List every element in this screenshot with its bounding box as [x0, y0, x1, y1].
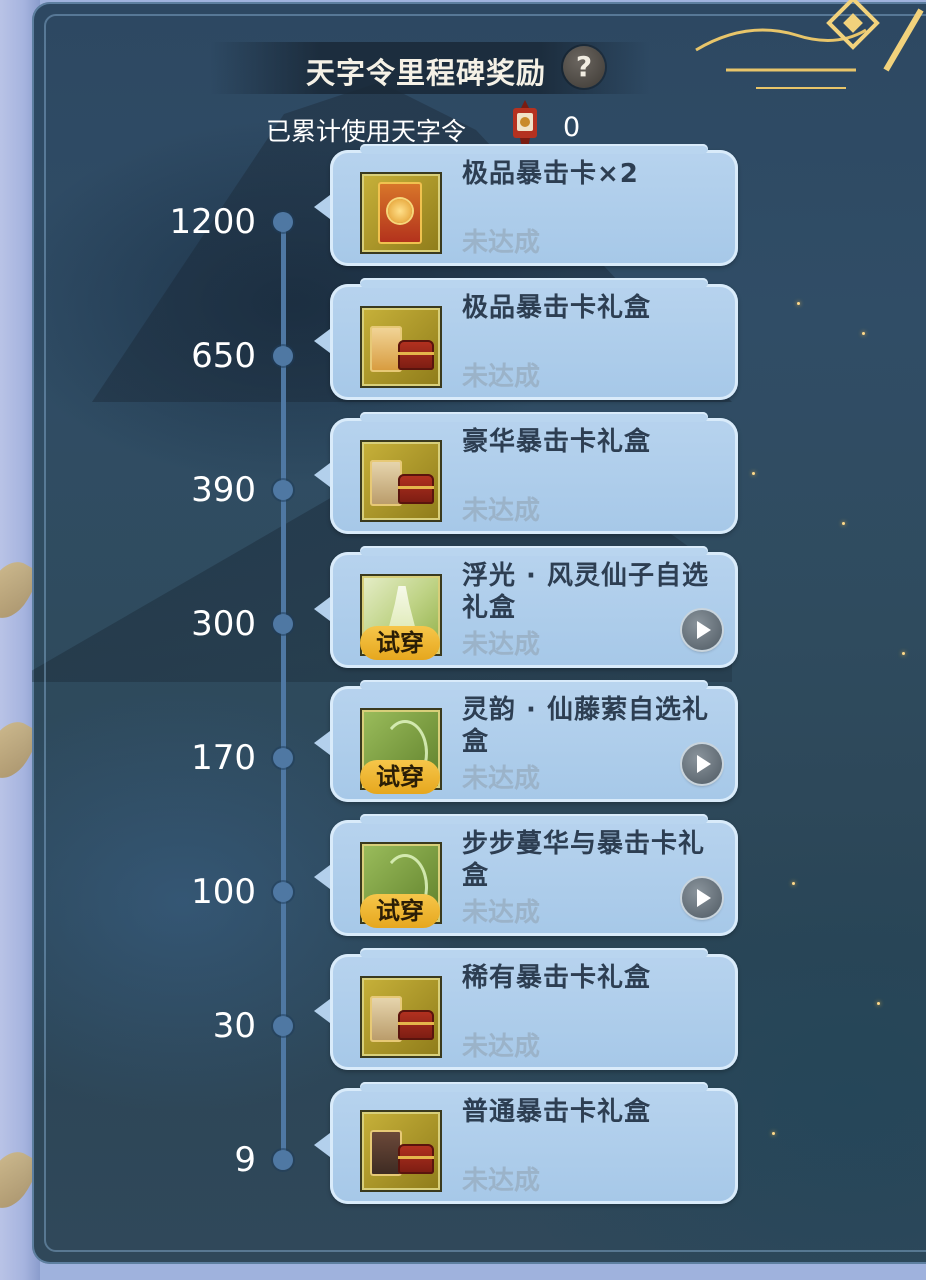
milestone-threshold: 100 [191, 872, 256, 912]
milestone-threshold: 170 [191, 738, 256, 778]
help-icon[interactable]: ? [563, 46, 605, 88]
milestone-threshold: 390 [191, 470, 256, 510]
reward-name: 稀有暴击卡礼盒 [462, 963, 652, 993]
reward-name: 豪华暴击卡礼盒 [462, 427, 652, 457]
crit-card-icon [378, 182, 422, 244]
usage-label: 已累计使用天字令 [266, 117, 467, 146]
timeline-node [273, 614, 293, 634]
reward-thumbnail[interactable] [360, 440, 442, 522]
milestone-threshold: 300 [191, 604, 256, 644]
reward-status: 未达成 [462, 1032, 541, 1062]
reward-thumbnail[interactable] [360, 306, 442, 388]
try-on-badge[interactable]: 试穿 [360, 760, 440, 794]
milestone-threshold: 1200 [169, 202, 256, 242]
preview-play-button[interactable] [682, 744, 722, 784]
milestone-row: 9 普通暴击卡礼盒 未达成 [0, 1082, 926, 1260]
timeline-node [273, 346, 293, 366]
reward-card[interactable]: 试穿 步步蔓华与暴击卡礼盒 未达成 [314, 814, 738, 936]
chest-icon [398, 474, 434, 504]
reward-name: 极品暴击卡礼盒 [462, 293, 652, 323]
chest-icon [398, 340, 434, 370]
reward-status: 未达成 [462, 630, 541, 660]
reward-name: 普通暴击卡礼盒 [462, 1097, 652, 1127]
reward-status: 未达成 [462, 898, 541, 928]
star-sparkle [862, 332, 865, 335]
reward-card[interactable]: 普通暴击卡礼盒 未达成 [314, 1082, 738, 1204]
preview-play-button[interactable] [682, 878, 722, 918]
reward-status: 未达成 [462, 228, 541, 258]
milestone-threshold: 9 [234, 1140, 256, 1180]
gold-ornament [695, 0, 924, 89]
reward-name: 灵韵 · 仙藤萦自选礼盒 [462, 695, 709, 757]
usage-count: 0 [563, 112, 581, 143]
milestone-threshold: 30 [212, 1006, 256, 1046]
timeline-node [273, 212, 293, 232]
chest-icon [398, 1010, 434, 1040]
timeline-node [273, 1150, 293, 1170]
reward-status: 未达成 [462, 764, 541, 794]
reward-card[interactable]: 试穿 灵韵 · 仙藤萦自选礼盒 未达成 [314, 680, 738, 802]
reward-name: 浮光 · 风灵仙子自选礼盒 [462, 561, 709, 623]
reward-card[interactable]: 试穿 浮光 · 风灵仙子自选礼盒 未达成 [314, 546, 738, 668]
star-sparkle [877, 1002, 880, 1005]
reward-card[interactable]: 极品暴击卡礼盒 未达成 [314, 278, 738, 400]
timeline-node [273, 882, 293, 902]
reward-thumbnail[interactable] [360, 976, 442, 1058]
star-sparkle [772, 1132, 775, 1135]
reward-name: 步步蔓华与暴击卡礼盒 [462, 829, 706, 891]
reward-status: 未达成 [462, 1166, 541, 1196]
try-on-badge[interactable]: 试穿 [360, 894, 440, 928]
timeline-node [273, 480, 293, 500]
preview-play-button[interactable] [682, 610, 722, 650]
timeline-node [273, 748, 293, 768]
timeline-node [273, 1016, 293, 1036]
reward-status: 未达成 [462, 362, 541, 392]
try-on-badge[interactable]: 试穿 [360, 626, 440, 660]
reward-thumbnail[interactable] [360, 1110, 442, 1192]
reward-status: 未达成 [462, 496, 541, 526]
reward-card[interactable]: 极品暴击卡×2 未达成 [314, 144, 738, 266]
reward-card[interactable]: 豪华暴击卡礼盒 未达成 [314, 412, 738, 534]
reward-thumbnail[interactable] [360, 172, 442, 254]
chest-icon [398, 1144, 434, 1174]
reward-card[interactable]: 稀有暴击卡礼盒 未达成 [314, 948, 738, 1070]
page-title: 天字令里程碑奖励 [306, 56, 547, 90]
milestone-threshold: 650 [191, 336, 256, 376]
reward-name: 极品暴击卡×2 [462, 159, 639, 189]
